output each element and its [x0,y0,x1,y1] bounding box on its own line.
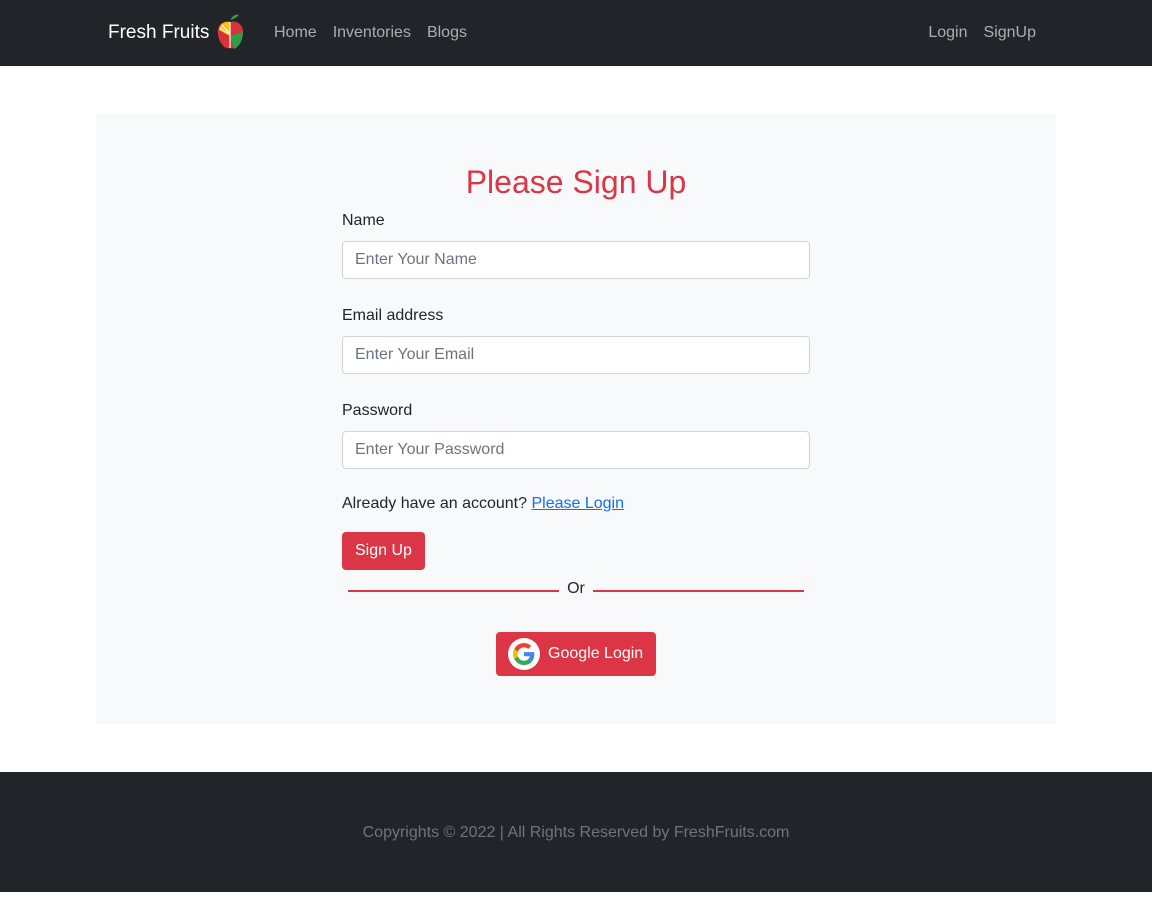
password-input[interactable] [342,431,810,469]
google-login-label: Google Login [548,645,644,662]
password-field-group: Password [342,400,810,469]
google-icon [508,638,540,670]
account-prompt-line: Already have an account? Please Login [342,493,810,515]
password-label: Password [342,402,413,419]
nav-inventories[interactable]: Inventories [333,22,411,44]
nav-blogs[interactable]: Blogs [427,22,467,44]
footer: Copyrights © 2022 | All Rights Reserved … [0,772,1152,892]
nav-signup[interactable]: SignUp [984,22,1036,44]
name-field-group: Name [342,210,810,279]
email-label: Email address [342,307,444,324]
divider-text: Or [567,580,585,597]
divider-line-right [593,590,804,592]
fruit-logo-icon [218,14,244,49]
signup-card: Please Sign Up Name Email address Passwo… [96,114,1056,724]
brand[interactable]: Fresh Fruits [108,14,245,52]
top-navbar: Fresh Fruits Home Inventories Blogs Logi… [0,0,1152,66]
or-divider: Or [348,578,804,600]
name-label: Name [342,212,385,229]
copyright-text: Copyrights © 2022 | All Rights Reserved … [362,824,790,841]
please-login-link[interactable]: Please Login [531,495,624,512]
email-input[interactable] [342,336,810,374]
nav-home[interactable]: Home [274,22,317,44]
auth-nav: Login SignUp [928,22,1036,44]
email-field-group: Email address [342,305,810,374]
brand-name: Fresh Fruits [108,22,210,43]
primary-nav: Home Inventories Blogs [274,22,483,44]
google-login-button[interactable]: Google Login [496,632,656,676]
name-input[interactable] [342,241,810,279]
sign-up-button[interactable]: Sign Up [342,532,425,570]
page-title: Please Sign Up [465,164,687,200]
account-prompt: Already have an account? [342,495,528,512]
signup-form: Name Email address Password Already have… [342,210,810,570]
nav-login[interactable]: Login [928,22,967,44]
